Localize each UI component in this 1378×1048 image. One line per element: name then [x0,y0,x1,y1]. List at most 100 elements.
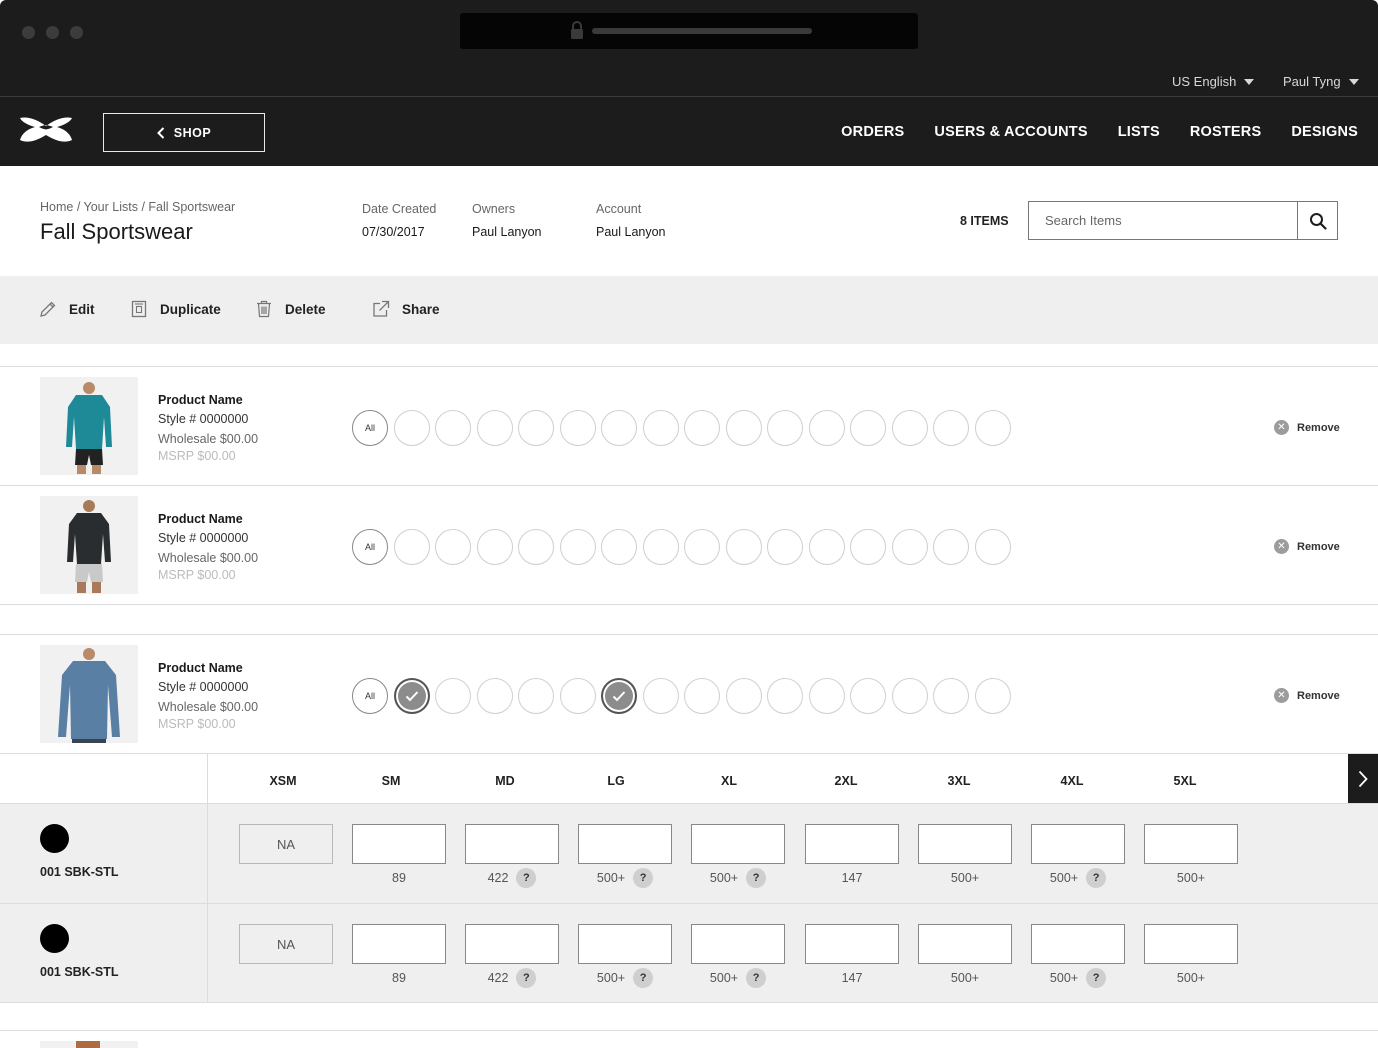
color-swatch[interactable] [891,529,928,565]
swatch-all[interactable]: All [352,529,388,565]
window-close-dot[interactable] [22,26,35,39]
color-swatch[interactable] [476,678,513,714]
product-image[interactable] [40,645,138,743]
color-swatch[interactable] [933,678,969,714]
nav-link-lists[interactable]: LISTS [1118,124,1160,140]
quantity-input-5xl[interactable] [1144,824,1238,864]
help-icon[interactable]: ? [746,868,767,888]
breadcrumb[interactable]: Home / Your Lists / Fall Sportswear [40,200,235,214]
nav-link-users-accounts[interactable]: USERS & ACCOUNTS [934,124,1087,140]
swatch-all[interactable]: All [352,678,388,714]
remove-button[interactable]: ✕ Remove [1274,420,1340,435]
color-swatch[interactable] [476,529,513,565]
quantity-input-sm[interactable] [352,924,446,964]
color-swatch[interactable] [559,410,596,446]
color-swatch[interactable] [974,410,1011,446]
color-swatch[interactable] [850,410,886,446]
color-swatch[interactable] [891,678,928,714]
color-swatch[interactable] [808,529,845,565]
color-swatch-selected[interactable] [393,678,430,714]
color-swatch[interactable] [518,410,554,446]
help-icon[interactable]: ? [1086,868,1107,888]
product-name[interactable]: Product Name [158,510,258,529]
help-icon[interactable]: ? [633,968,654,988]
color-swatch[interactable] [601,529,637,565]
edit-button[interactable]: Edit [39,300,95,318]
address-bar[interactable] [460,13,918,49]
color-swatch[interactable] [435,529,471,565]
quantity-input-lg[interactable] [578,824,672,864]
color-swatch[interactable] [435,678,471,714]
color-swatch[interactable] [850,529,886,565]
color-swatch-selected[interactable] [601,678,637,714]
color-swatch[interactable] [393,410,430,446]
quantity-input-md[interactable] [465,924,559,964]
under-armour-logo-icon[interactable] [18,114,74,148]
color-swatch[interactable] [767,678,803,714]
product-image[interactable] [40,1041,138,1048]
nav-link-orders[interactable]: ORDERS [841,124,904,140]
color-swatch[interactable] [808,678,845,714]
color-swatch[interactable] [891,410,928,446]
product-name[interactable]: Product Name [158,659,258,678]
product-name[interactable]: Product Name [158,391,258,410]
quantity-input-4xl[interactable] [1031,924,1125,964]
quantity-input-5xl[interactable] [1144,924,1238,964]
quantity-input-3xl[interactable] [918,924,1012,964]
quantity-input-4xl[interactable] [1031,824,1125,864]
color-swatch[interactable] [393,529,430,565]
color-swatch[interactable] [725,529,762,565]
color-swatch[interactable] [933,410,969,446]
quantity-input-3xl[interactable] [918,824,1012,864]
remove-button[interactable]: ✕ Remove [1274,539,1340,554]
color-swatch[interactable] [725,678,762,714]
color-swatch[interactable] [642,678,679,714]
color-swatch[interactable] [559,529,596,565]
color-swatch[interactable] [601,410,637,446]
language-selector[interactable]: US English [1172,74,1255,89]
quantity-input-2xl[interactable] [805,824,899,864]
product-image[interactable] [40,496,138,594]
color-swatch[interactable] [642,410,679,446]
scroll-sizes-right-button[interactable] [1348,754,1378,804]
swatch-all[interactable]: All [352,410,388,446]
share-button[interactable]: Share [372,300,440,318]
remove-button[interactable]: ✕ Remove [1274,688,1340,703]
color-swatch[interactable] [725,410,762,446]
color-swatch[interactable] [684,410,720,446]
color-swatch[interactable] [850,678,886,714]
help-icon[interactable]: ? [516,868,537,888]
color-swatch[interactable] [476,410,513,446]
help-icon[interactable]: ? [516,968,537,988]
quantity-input-2xl[interactable] [805,924,899,964]
duplicate-button[interactable]: Duplicate [130,300,221,318]
help-icon[interactable]: ? [1086,968,1107,988]
color-swatch[interactable] [518,678,554,714]
search-button[interactable] [1297,201,1338,240]
quantity-input-xl[interactable] [691,824,785,864]
color-swatch[interactable] [642,529,679,565]
color-swatch[interactable] [435,410,471,446]
search-input[interactable] [1028,201,1298,240]
user-menu[interactable]: Paul Tyng [1283,74,1359,89]
color-swatch[interactable] [518,529,554,565]
product-image[interactable] [40,377,138,475]
nav-link-designs[interactable]: DESIGNS [1291,124,1358,140]
quantity-input-md[interactable] [465,824,559,864]
color-swatch[interactable] [767,410,803,446]
color-swatch[interactable] [974,529,1011,565]
quantity-input-lg[interactable] [578,924,672,964]
color-swatch[interactable] [933,529,969,565]
quantity-input-sm[interactable] [352,824,446,864]
color-swatch[interactable] [767,529,803,565]
nav-link-rosters[interactable]: ROSTERS [1190,124,1262,140]
color-swatch[interactable] [808,410,845,446]
color-swatch[interactable] [684,529,720,565]
window-maximize-dot[interactable] [70,26,83,39]
delete-button[interactable]: Delete [255,300,326,318]
color-swatch[interactable] [559,678,596,714]
quantity-input-xl[interactable] [691,924,785,964]
back-to-shop-button[interactable]: SHOP [103,113,265,152]
color-swatch[interactable] [684,678,720,714]
window-minimize-dot[interactable] [46,26,59,39]
